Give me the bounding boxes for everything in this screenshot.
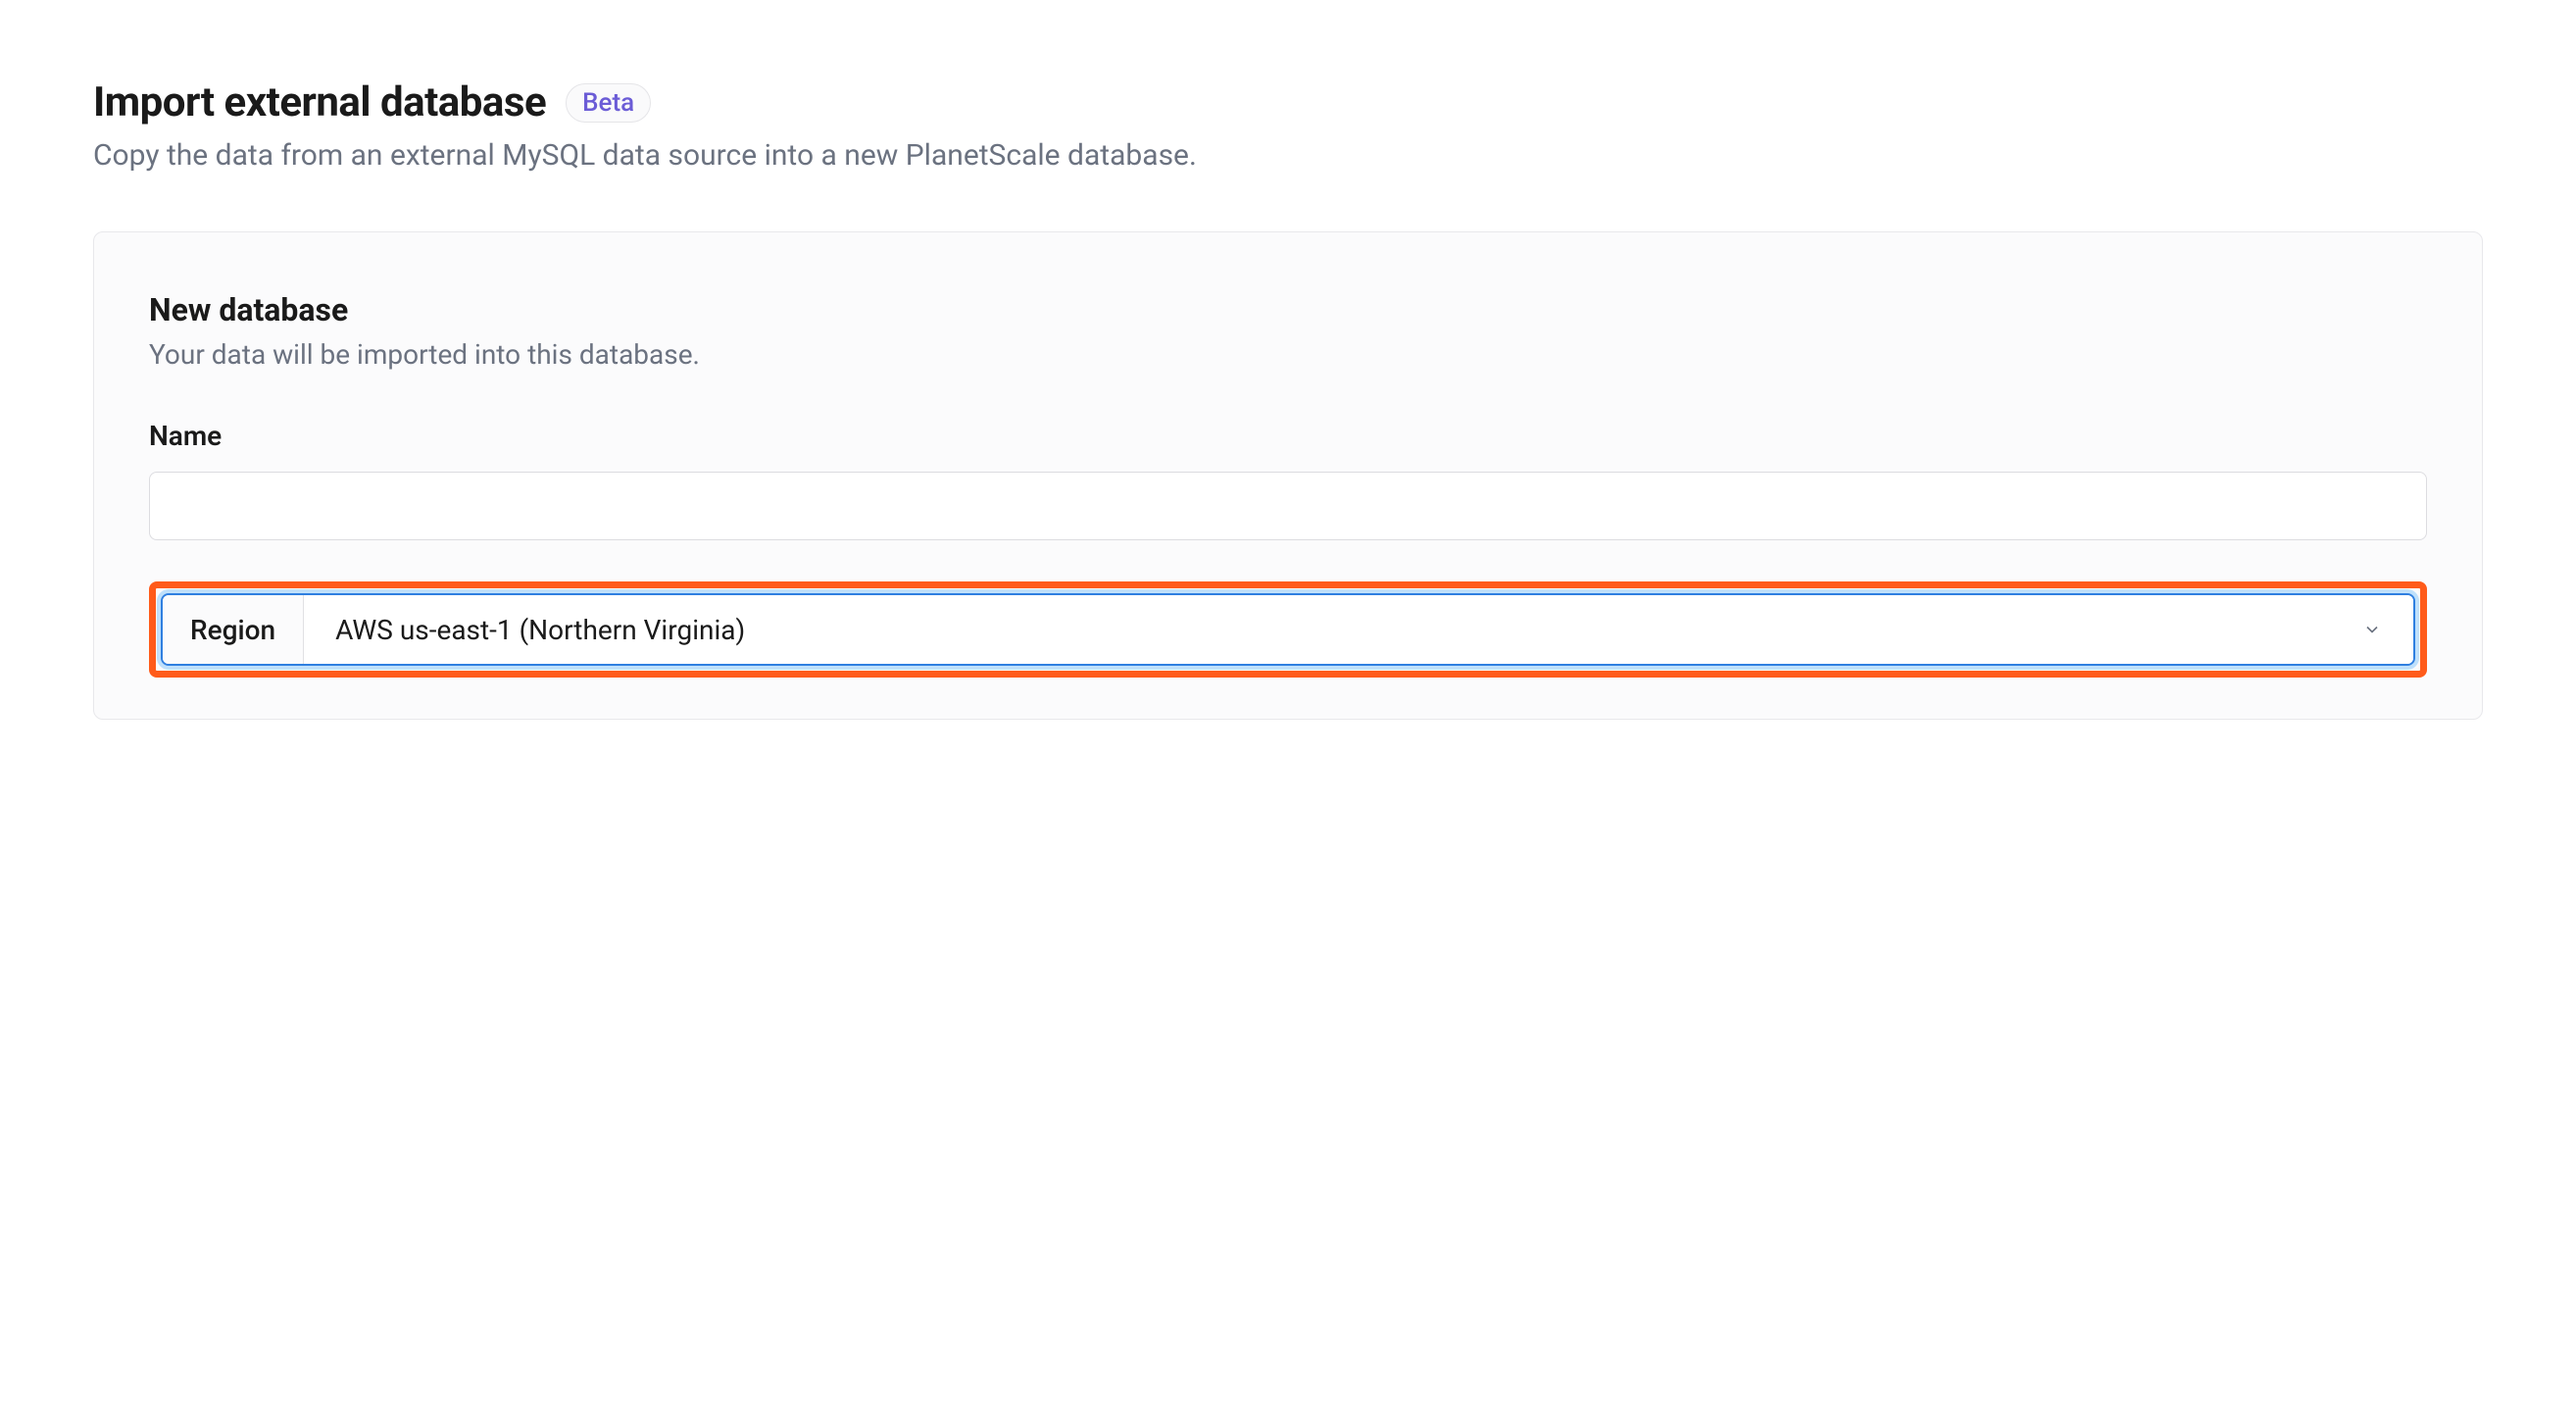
chevron-down-icon (2360, 618, 2384, 641)
region-label: Region (163, 595, 304, 664)
region-select[interactable]: AWS us-east-1 (Northern Virginia) (304, 595, 2413, 664)
section-title: New database (149, 291, 2427, 328)
region-highlight: Region AWS us-east-1 (Northern Virginia) (149, 581, 2427, 678)
beta-badge: Beta (566, 83, 651, 123)
region-row: Region AWS us-east-1 (Northern Virginia) (161, 593, 2415, 666)
page-subtitle: Copy the data from an external MySQL dat… (93, 138, 2483, 173)
page-title: Import external database (93, 78, 546, 126)
name-input[interactable] (149, 472, 2427, 540)
section-subtitle: Your data will be imported into this dat… (149, 338, 2427, 371)
new-database-card: New database Your data will be imported … (93, 231, 2483, 720)
name-label: Name (149, 420, 2427, 452)
region-value: AWS us-east-1 (Northern Virginia) (335, 614, 745, 646)
